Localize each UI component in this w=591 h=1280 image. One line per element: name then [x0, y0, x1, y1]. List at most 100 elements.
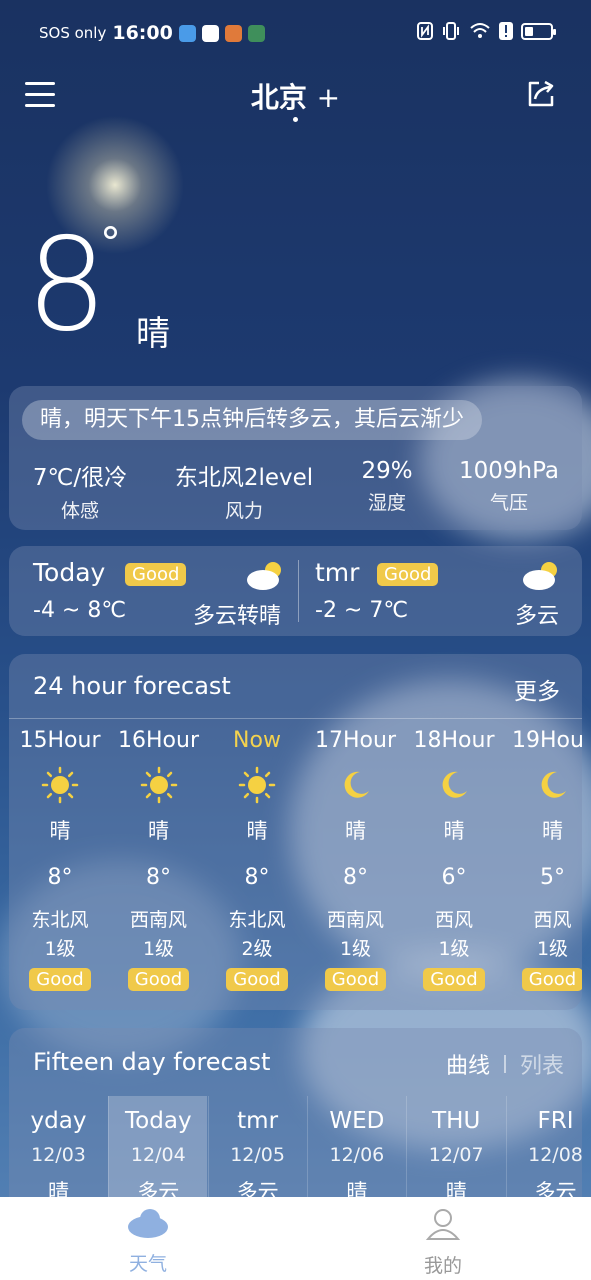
city-name: 北京: [250, 81, 307, 114]
hour-temperature: 8°: [244, 865, 270, 890]
metric-pressure: 1009hPa 气压: [453, 458, 565, 515]
hour-condition: 晴: [49, 819, 71, 843]
tomorrow-label: tmr: [315, 558, 360, 587]
hour-aqi: Good: [405, 968, 503, 991]
aqi-badge: Good: [29, 968, 91, 991]
hour-aqi: Good: [307, 968, 405, 991]
metric-label: 体感: [60, 500, 99, 522]
day-name: WED: [329, 1108, 385, 1134]
user-icon: [425, 1209, 461, 1240]
hour-column: 18Hour 晴 6° 西风 1级 Good: [405, 728, 503, 991]
aqi-badge: Good: [324, 968, 387, 991]
hourly-forecast-card: 24 hour forecast 更多 15Hour 晴 8° 东北风 1级 Good 16…: [9, 654, 582, 1010]
hour-wind: 西风 1级: [405, 906, 503, 964]
vibrate-icon: [443, 22, 459, 40]
hour-time: 15Hour: [19, 728, 101, 753]
hour-time: 16Hour: [118, 728, 199, 753]
status-left: SOS only 16:00: [39, 22, 265, 44]
hour-aqi: Good: [504, 968, 582, 991]
metric-humidity: 29% 湿度: [347, 458, 427, 515]
day-date: 12/06: [329, 1144, 385, 1166]
metric-feels-like: 7℃/很冷 体感: [23, 458, 137, 523]
divider: [9, 718, 582, 719]
hour-temperature: 6°: [441, 865, 467, 890]
hour-condition: 晴: [246, 819, 268, 843]
current-temperature: 8: [26, 211, 108, 360]
nav-mine[interactable]: 我的: [383, 1207, 503, 1278]
today-temp-range: -4 ~ 8℃: [33, 598, 127, 623]
wind-level: 1级: [438, 938, 470, 960]
today-label: Today: [33, 558, 106, 587]
fifteen-day-title: Fifteen day forecast: [33, 1048, 271, 1076]
curve-view-button[interactable]: 曲线: [446, 1048, 490, 1080]
metric-value: 东北风2level: [174, 465, 314, 491]
carrier-text: SOS only: [39, 24, 107, 42]
wind-direction: 东北风: [31, 909, 89, 931]
today-tomorrow-card[interactable]: Today Good -4 ~ 8℃ 多云转晴 tmr Good -2 ~ 7℃…: [9, 546, 582, 636]
metric-value: 7℃/很冷: [32, 465, 128, 491]
day-date: 12/08: [528, 1144, 582, 1166]
hour-column: 17Hour 晴 8° 西南风 1级 Good: [307, 728, 405, 991]
hour-condition: 晴: [345, 819, 366, 843]
tomorrow-condition: 多云: [514, 604, 559, 629]
hour-time: 18Hour: [413, 728, 495, 753]
wind-direction: 西南风: [326, 909, 384, 931]
wind-level: 1级: [142, 938, 175, 960]
add-city-icon[interactable]: +: [317, 81, 340, 114]
hour-time: 17Hour: [315, 728, 396, 753]
partly-cloudy-icon: [247, 562, 281, 590]
metric-value: 29%: [361, 458, 413, 484]
app-notification-icon: [178, 24, 196, 42]
hour-wind: 西南风 1级: [110, 906, 208, 964]
hour-condition: 晴: [148, 819, 169, 843]
toggle-separator: [503, 1055, 506, 1073]
cloud-icon: [128, 1209, 168, 1238]
sun-icon: [11, 763, 109, 807]
hour-wind: 西南风 1级: [307, 906, 405, 964]
wind-level: 1级: [536, 938, 569, 960]
hour-aqi: Good: [208, 968, 306, 991]
battery-icon: [521, 22, 556, 40]
aqi-badge: Good: [423, 968, 485, 991]
day-name: THU: [432, 1108, 481, 1134]
metric-label: 气压: [489, 492, 528, 514]
hour-condition: 晴: [443, 819, 465, 843]
nav-weather[interactable]: 天气: [88, 1207, 208, 1276]
current-condition: 晴: [136, 314, 170, 354]
moon-icon: [307, 763, 405, 807]
degree-symbol: °: [100, 218, 121, 267]
hour-time: Now: [233, 728, 281, 753]
city-title[interactable]: 北京 +: [0, 76, 591, 116]
day-name: tmr: [237, 1108, 279, 1134]
bottom-nav: 天气 我的: [0, 1197, 591, 1280]
day-name: Today: [125, 1108, 192, 1134]
wind-direction: 西风: [533, 909, 572, 931]
metric-value: 1009hPa: [458, 458, 560, 484]
day-name: FRI: [537, 1108, 574, 1134]
more-button[interactable]: 更多: [514, 672, 560, 706]
hour-time: 19Hour: [512, 728, 582, 753]
forecast-summary: 晴，明天下午15点钟后转多云，其后云渐少: [22, 400, 482, 440]
partly-cloudy-icon: [523, 562, 557, 590]
moon-icon: [504, 763, 583, 807]
share-icon[interactable]: [525, 78, 557, 110]
divider: [298, 560, 299, 622]
tomorrow-temp-range: -2 ~ 7℃: [315, 598, 409, 623]
summary-card: 晴，明天下午15点钟后转多云，其后云渐少 7℃/很冷 体感 东北风2level …: [9, 386, 582, 530]
hourly-title: 24 hour forecast: [33, 672, 231, 700]
sun-icon: [208, 763, 306, 807]
aqi-badge: Good: [521, 968, 582, 991]
hour-column: 19Hour 晴 5° 西风 1级 Good: [504, 728, 583, 991]
hour-temperature: 5°: [540, 865, 565, 890]
list-view-button[interactable]: 列表: [520, 1048, 564, 1080]
upload-icon: [201, 24, 219, 42]
hour-column: 15Hour 晴 8° 东北风 1级 Good: [11, 728, 109, 991]
wind-level: 1级: [339, 938, 372, 960]
hour-temperature: 8°: [343, 865, 368, 890]
today-condition: 多云转晴: [192, 604, 281, 629]
wind-level: 2级: [241, 938, 273, 960]
aqi-badge: Good: [226, 968, 288, 991]
wind-level: 1级: [44, 938, 76, 960]
hour-wind: 西风 1级: [504, 906, 583, 964]
alert-icon: [499, 22, 513, 40]
